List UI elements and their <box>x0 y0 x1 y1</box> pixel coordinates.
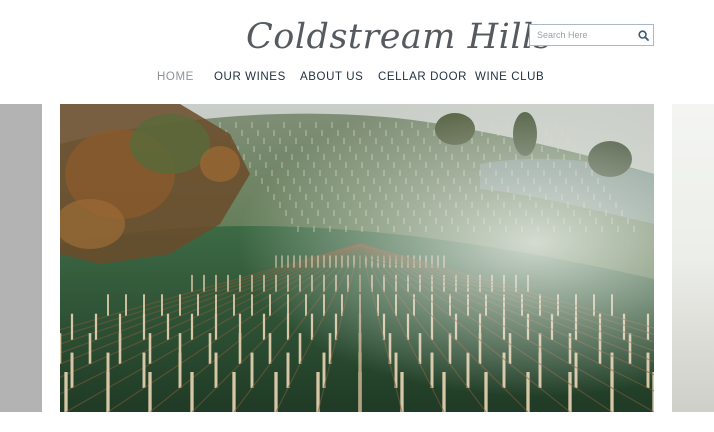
nav-item-wine-club[interactable]: WINE CLUB <box>475 71 544 83</box>
nav-item-home[interactable]: HOME <box>157 71 194 83</box>
nav-item-our-wines[interactable]: OUR WINES <box>214 71 286 83</box>
nav-item-cellar-door[interactable]: CELLAR DOOR <box>378 71 467 83</box>
search-input[interactable] <box>530 25 633 45</box>
search-box <box>529 24 654 46</box>
previous-slide-peek[interactable] <box>0 104 42 412</box>
hero-vineyard-image <box>60 104 654 412</box>
main-nav: HOME OUR WINES ABOUT US CELLAR DOOR WINE… <box>150 71 550 87</box>
hero-slider[interactable] <box>0 104 714 412</box>
search-icon[interactable] <box>633 25 653 45</box>
nav-item-about-us[interactable]: ABOUT US <box>300 71 363 83</box>
next-slide-peek[interactable] <box>672 104 714 412</box>
brand-logo[interactable]: Coldstream Hills <box>246 14 552 60</box>
